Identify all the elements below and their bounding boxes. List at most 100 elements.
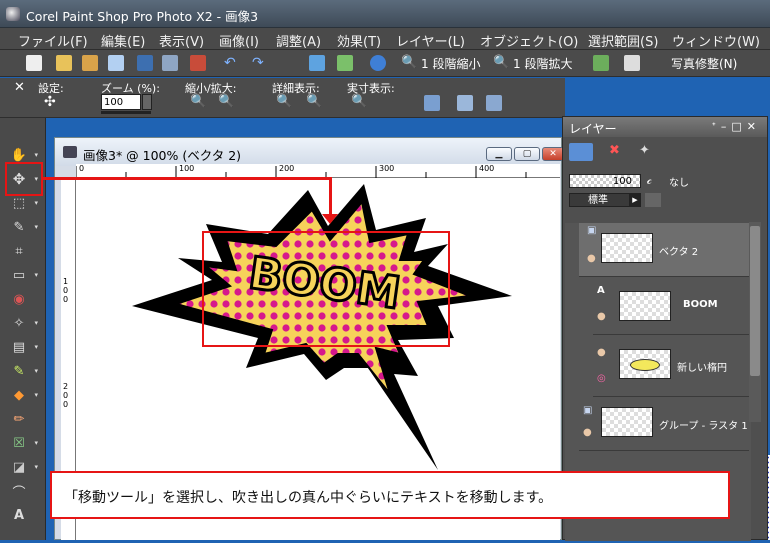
layer-properties-icon[interactable]: ✦	[639, 143, 659, 161]
layer-item[interactable]: A ● BOOM	[593, 277, 749, 335]
save-icon[interactable]	[137, 55, 153, 71]
photo-fix-menu[interactable]: 写真修整(N)	[671, 55, 737, 72]
flood-fill-tool-icon[interactable]: ☒ ▾	[8, 434, 38, 452]
menu-adjust[interactable]: 調整(A)	[276, 31, 321, 50]
text-tool-icon[interactable]: A	[8, 506, 30, 524]
document-icon[interactable]	[624, 55, 640, 71]
text-layer-icon: A	[597, 285, 605, 296]
adjust-icon[interactable]	[337, 55, 353, 71]
redo-icon[interactable]: ↷	[252, 55, 268, 71]
menu-bar: ファイル(F) 編集(E) 表示(V) 画像(I) 調整(A) 効果(T) レイ…	[0, 28, 770, 50]
none-label: なし	[669, 178, 689, 189]
layer-name: ベクタ 2	[659, 247, 699, 258]
menu-layers[interactable]: レイヤー(L)	[396, 31, 465, 50]
menu-image[interactable]: 画像(I)	[219, 31, 259, 50]
menu-window[interactable]: ウィンドウ(W)	[672, 31, 760, 50]
instruction-callout: 「移動ツール」を選択し、吹き出しの真ん中ぐらいにテキストを移動します。	[50, 471, 730, 519]
fit-window-icon[interactable]	[424, 95, 440, 111]
eye-icon[interactable]: ●	[587, 253, 596, 264]
brush-link-icon[interactable]: 𝒸	[647, 173, 652, 188]
maximize-button[interactable]: ▢	[514, 147, 540, 161]
edit-icon[interactable]	[309, 55, 325, 71]
zoom-in-icon[interactable]: 🔍	[493, 55, 509, 71]
palette-icon[interactable]	[593, 55, 609, 71]
straighten-tool-icon[interactable]: ▭ ▾	[8, 266, 38, 284]
annotation-arrow-icon	[322, 214, 338, 224]
color-replacer-tool-icon[interactable]: ◆ ▾	[8, 386, 38, 404]
dropper-tool-icon[interactable]: ✎ ▾	[8, 218, 38, 236]
menu-objects[interactable]: オブジェクト(O)	[480, 31, 578, 50]
browse-icon[interactable]	[82, 55, 98, 71]
detail-minus-icon[interactable]: 🔍	[276, 94, 292, 109]
layer-item[interactable]: ▣ ● ベクタ 2	[579, 223, 749, 277]
document-title: 画像3* @ 100% (ベクタ 2)	[83, 148, 242, 163]
zoom-input[interactable]: 100	[101, 94, 141, 110]
close-button[interactable]: ✕	[542, 147, 564, 161]
clone-tool-icon[interactable]: ▤ ▾	[8, 338, 38, 356]
layer-thumbnail	[619, 291, 671, 321]
new-layer-icon[interactable]	[569, 143, 593, 161]
fit-image-icon[interactable]	[457, 95, 473, 111]
detail-plus-icon[interactable]: 🔍	[306, 94, 322, 109]
text-selection-highlight	[202, 231, 450, 347]
paint-brush-tool-icon[interactable]: ✎ ▾	[8, 362, 38, 380]
lock-icon[interactable]	[645, 193, 661, 207]
eye-icon[interactable]: ●	[583, 427, 592, 438]
layer-thumbnail	[601, 233, 653, 263]
dodge-tool-icon[interactable]: ✏	[8, 410, 30, 428]
eraser-tool-icon[interactable]: ◪ ▾	[8, 458, 38, 476]
menu-effects[interactable]: 効果(T)	[337, 31, 381, 50]
zoom-spinner[interactable]	[142, 94, 152, 110]
move-preset-icon[interactable]: ✣	[44, 94, 56, 110]
ruler-top: 0 100 200 300 400	[75, 164, 560, 178]
window-fit-icon[interactable]	[486, 95, 502, 111]
minimize-button[interactable]: ▁	[486, 147, 512, 161]
menu-edit[interactable]: 編集(E)	[101, 31, 145, 50]
zoom-plus-icon[interactable]: 🔍	[218, 94, 234, 109]
delete-layer-icon[interactable]: ✖	[609, 143, 629, 161]
layer-name: 新しい楕円	[677, 363, 727, 374]
eye-icon[interactable]: ●	[597, 311, 606, 322]
selection-tool-icon[interactable]: ⬚ ▾	[8, 194, 38, 212]
title-bar: Corel Paint Shop Pro Photo X2 - 画像3	[0, 0, 770, 28]
close-icon[interactable]: ✕	[14, 80, 25, 95]
print-icon[interactable]	[190, 55, 206, 71]
undo-icon[interactable]: ↶	[224, 55, 240, 71]
ruler-left-label: 0	[63, 400, 69, 409]
zoom-slider[interactable]	[101, 111, 151, 114]
menu-file[interactable]: ファイル(F)	[18, 31, 88, 50]
menu-view[interactable]: 表示(V)	[159, 31, 204, 50]
layer-item[interactable]: ▣ ● グループ - ラスタ 1	[579, 397, 749, 451]
save-as-icon[interactable]	[162, 55, 178, 71]
ruler-top-label: 400	[479, 164, 495, 173]
chevron-right-icon[interactable]: ▶	[629, 193, 641, 207]
panel-controls[interactable]: ᐩ–□✕	[712, 120, 761, 133]
actual-size-icon[interactable]: 🔍	[351, 94, 367, 109]
new-file-icon[interactable]	[26, 55, 42, 71]
window-title: Corel Paint Shop Pro Photo X2 - 画像3	[26, 9, 259, 24]
app-icon	[6, 7, 20, 21]
ruler-top-label: 200	[279, 164, 295, 173]
makeover-tool-icon[interactable]: ✧ ▾	[8, 314, 38, 332]
zoom-out-icon[interactable]: 🔍	[401, 55, 417, 71]
red-eye-tool-icon[interactable]: ◉	[8, 290, 30, 308]
zoom-in-label[interactable]: 1 段階拡大	[513, 55, 572, 72]
crop-tool-icon[interactable]: ⌗	[8, 242, 30, 260]
picture-tube-tool-icon[interactable]: ⌒	[8, 482, 30, 501]
eye-icon[interactable]: ◎	[597, 373, 606, 384]
standard-toolbar: ↶ ↷ 🔍 1 段階縮小 🔍 1 段階拡大 写真修整(N)	[0, 50, 770, 77]
layers-scrollbar-thumb[interactable]	[750, 226, 760, 376]
raster-layer-icon: ▣	[583, 405, 593, 416]
copy-icon[interactable]	[108, 55, 124, 71]
opacity-field[interactable]: 100	[569, 174, 641, 188]
zoom-minus-icon[interactable]: 🔍	[190, 94, 206, 109]
info-icon[interactable]	[370, 55, 386, 71]
open-folder-icon[interactable]	[56, 55, 72, 71]
annotation-connector	[43, 177, 331, 180]
layer-item[interactable]: ● ◎ 新しい楕円	[593, 335, 749, 397]
layer-name: BOOM	[683, 299, 718, 310]
layer-thumbnail	[619, 349, 671, 379]
layer-name: グループ - ラスタ 1	[659, 421, 748, 432]
menu-selections[interactable]: 選択範囲(S)	[588, 31, 658, 50]
zoom-out-label[interactable]: 1 段階縮小	[421, 55, 480, 72]
